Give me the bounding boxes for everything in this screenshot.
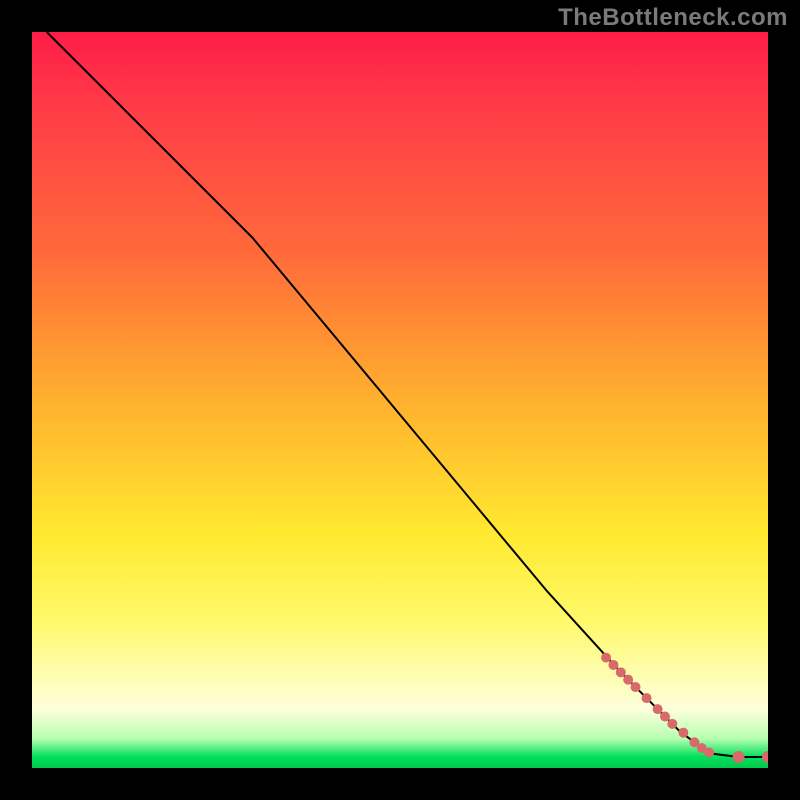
marker-point <box>667 719 677 729</box>
marker-point <box>660 711 670 721</box>
main-curve <box>47 32 768 757</box>
marker-point <box>608 660 618 670</box>
marker-point <box>653 704 663 714</box>
chart-svg <box>32 32 768 768</box>
marker-point <box>616 667 626 677</box>
plot-area <box>32 32 768 768</box>
markers-layer <box>601 653 768 763</box>
watermark-text: TheBottleneck.com <box>558 4 788 32</box>
curve-layer <box>47 32 768 757</box>
marker-point <box>631 682 641 692</box>
marker-point <box>623 675 633 685</box>
marker-point <box>642 693 652 703</box>
marker-point <box>762 751 768 763</box>
marker-point <box>704 748 714 758</box>
chart-frame: TheBottleneck.com <box>0 0 800 800</box>
marker-point <box>678 728 688 738</box>
marker-point <box>733 751 745 763</box>
marker-point <box>601 653 611 663</box>
